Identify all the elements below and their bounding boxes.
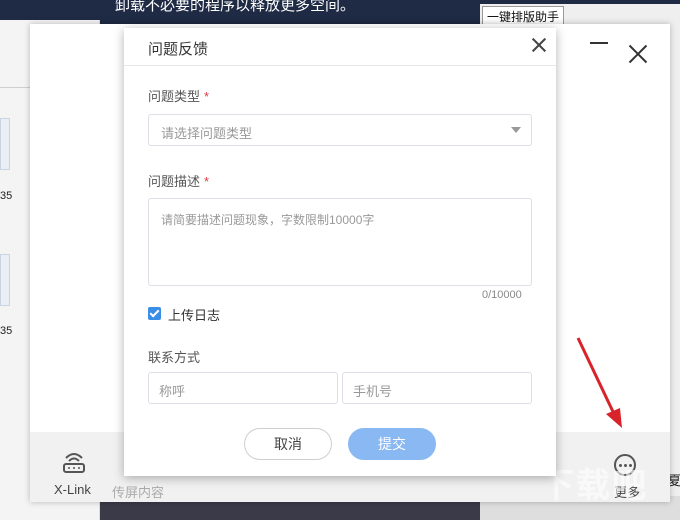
background-thumbnail [0,118,10,170]
required-mark: * [204,89,210,104]
name-placeholder: 称呼 [159,384,186,399]
phone-input[interactable]: 手机号 [342,372,532,404]
name-input[interactable]: 称呼 [148,372,338,404]
x-link-icon[interactable] [60,448,88,476]
required-mark: * [204,174,210,189]
phone-placeholder: 手机号 [353,384,393,399]
submit-button[interactable]: 提交 [348,428,436,460]
upload-log-label[interactable]: 上传日志 [168,305,220,324]
issue-type-placeholder: 请选择问题类型 [161,126,253,141]
character-counter: 0/10000 [482,289,522,301]
dialog-divider [124,65,556,66]
issue-description-input[interactable]: 请简要描述问题现象，字数限制10000字 [148,198,532,286]
background-thumbnail-label: 35 [0,325,13,337]
issue-type-select[interactable]: 请选择问题类型 [148,114,532,146]
cancel-button[interactable]: 取消 [244,428,332,460]
background-thumbnail [0,254,10,306]
watermark: 下载吧 [540,467,648,505]
background-top-text: 卸载不必要的程序以释放更多空间。 [115,0,356,14]
issue-description-label: 问题描述 * [148,171,209,190]
close-icon[interactable] [628,44,648,64]
screen-mirror-label[interactable]: 传屏内容 [112,482,164,501]
dialog-title: 问题反馈 [148,41,209,58]
annotation-arrow-icon [576,337,622,428]
background-thumbnail-label: 35 [0,190,13,202]
issue-description-placeholder: 请简要描述问题现象，字数限制10000字 [161,213,375,227]
issue-description-label-text: 问题描述 [148,174,201,189]
feedback-dialog: 问题反馈 问题类型 * 请选择问题类型 问题描述 * 请简要描述问题现象，字数限制1… [124,28,556,476]
issue-type-label: 问题类型 * [148,86,209,105]
minimize-icon[interactable] [590,42,608,44]
issue-type-label-text: 问题类型 [148,89,201,104]
x-link-label[interactable]: X-Link [54,482,91,497]
upload-log-checkbox[interactable] [148,307,161,320]
contact-label: 联系方式 [148,350,201,365]
chevron-down-icon[interactable] [511,127,521,133]
dialog-close-icon[interactable] [532,38,546,52]
